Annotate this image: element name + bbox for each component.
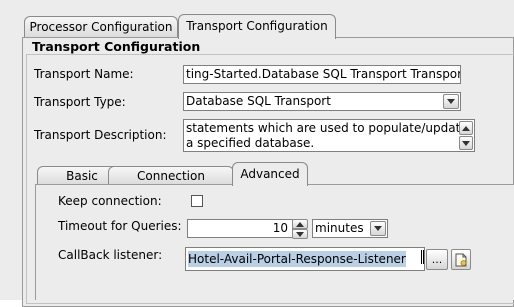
transport-name-label: Transport Name:: [34, 67, 134, 81]
description-scroll-up-button[interactable]: [459, 121, 473, 135]
timeout-increment-button[interactable]: [292, 219, 308, 229]
timeout-label: Timeout for Queries:: [58, 219, 182, 233]
transport-description-textarea[interactable]: statements which are used to populate/up…: [183, 119, 475, 152]
callback-browse-label: ...: [431, 253, 443, 266]
transport-name-field[interactable]: ting-Started.Database SQL Transport Tran…: [183, 65, 461, 84]
timeout-unit-dropdown-button[interactable]: [370, 221, 386, 236]
keep-connection-label: Keep connection:: [58, 194, 162, 208]
timeout-unit-value: minutes: [315, 221, 364, 235]
chevron-down-icon: [462, 140, 470, 146]
timeout-value: 10: [272, 221, 288, 235]
transport-type-value: Database SQL Transport: [186, 94, 331, 108]
callback-listener-label: CallBack listener:: [58, 248, 163, 262]
chevron-down-icon: [447, 99, 455, 104]
callback-listener-value: Hotel-Avail-Portal-Response-Listener: [188, 251, 406, 267]
tab-transport-configuration-label: Transport Configuration: [186, 19, 328, 33]
chevron-down-icon: [296, 231, 304, 237]
description-scroll-down-button[interactable]: [459, 136, 473, 150]
tab-advanced-label: Advanced: [240, 167, 300, 181]
tab-connection-label: Connection: [137, 169, 205, 183]
transport-type-label: Transport Type:: [34, 95, 126, 109]
chevron-up-icon: [296, 221, 304, 227]
callback-listener-field[interactable]: Hotel-Avail-Portal-Response-Listener: [185, 247, 425, 271]
description-line-1: statements which are used to populate/up…: [186, 121, 468, 135]
transport-description-label: Transport Description:: [34, 128, 167, 142]
timeout-decrement-button[interactable]: [292, 229, 308, 239]
text-cursor-icon: [421, 250, 424, 264]
description-line-2: a specified database.: [186, 136, 315, 150]
timeout-spinner-field[interactable]: 10: [187, 219, 293, 238]
tab-advanced[interactable]: Advanced: [232, 162, 308, 186]
transport-type-select[interactable]: Database SQL Transport: [183, 92, 461, 111]
chevron-up-icon: [462, 125, 470, 131]
transport-type-dropdown-button[interactable]: [443, 94, 459, 109]
callback-new-button[interactable]: [451, 249, 471, 270]
transport-name-value: ting-Started.Database SQL Transport Tran…: [186, 67, 461, 81]
tab-processor-configuration-label: Processor Configuration: [29, 20, 173, 34]
chevron-down-icon: [374, 226, 382, 231]
panel-title: Transport Configuration: [32, 39, 201, 54]
tab-basic-label: Basic: [66, 169, 98, 183]
new-document-icon: [455, 253, 467, 267]
tab-connection[interactable]: Connection: [108, 166, 234, 184]
tab-processor-configuration[interactable]: Processor Configuration: [24, 16, 178, 37]
tab-transport-configuration[interactable]: Transport Configuration: [178, 14, 336, 39]
keep-connection-checkbox[interactable]: [191, 195, 203, 207]
callback-browse-button[interactable]: ...: [426, 249, 448, 270]
